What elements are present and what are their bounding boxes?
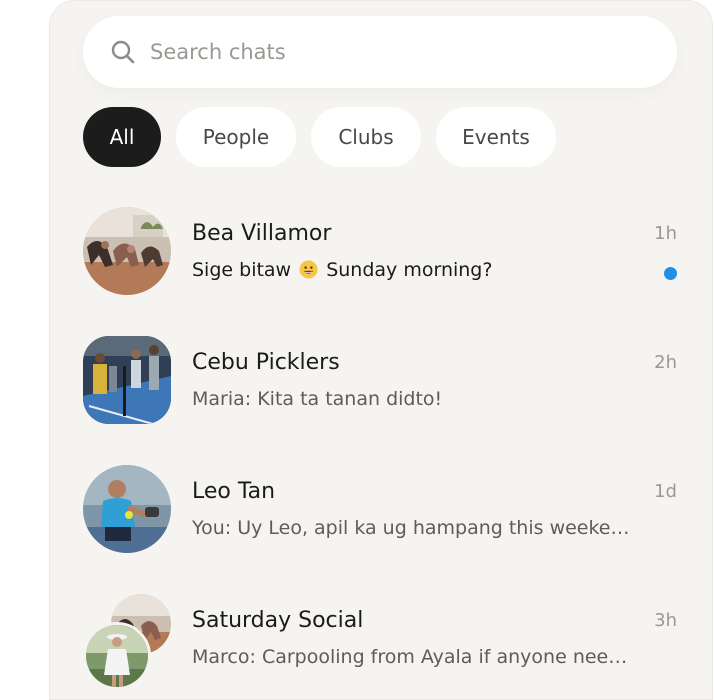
avatar <box>83 465 171 553</box>
avatar-photo <box>83 336 171 424</box>
avatar-front <box>83 622 151 690</box>
unread-indicator <box>664 267 677 280</box>
chat-time: 1h <box>654 223 677 244</box>
filter-clubs-chip[interactable]: Clubs <box>311 107 421 167</box>
avatar <box>83 207 171 295</box>
filter-people-chip[interactable]: People <box>176 107 296 167</box>
chat-time: 1d <box>654 481 677 502</box>
chat-row-cebu-picklers[interactable]: Cebu Picklers 2h Maria: Kita ta tanan di… <box>83 336 683 428</box>
preview-text-end: Sunday morning? <box>326 259 493 281</box>
chat-name: Cebu Picklers <box>192 350 340 375</box>
preview-text-start: Sige bitaw <box>192 259 292 281</box>
filter-events-chip[interactable]: Events <box>436 107 556 167</box>
group-avatar <box>83 594 175 690</box>
chat-preview: You: Uy Leo, apil ka ug hampang this wee… <box>192 517 630 539</box>
avatar-photo <box>86 625 148 687</box>
search-bar[interactable] <box>83 16 677 88</box>
chat-row-saturday-social[interactable]: Saturday Social 3h Marco: Carpooling fro… <box>83 594 683 690</box>
chat-name: Saturday Social <box>192 608 364 633</box>
chat-name: Leo Tan <box>192 479 276 504</box>
chat-time: 2h <box>654 352 677 373</box>
avatar-photo <box>83 207 171 295</box>
chat-time: 3h <box>654 610 677 631</box>
filter-chips: All People Clubs Events <box>83 107 556 167</box>
chat-row-bea-villamor[interactable]: Bea Villamor 1h Sige bitaw Sunday mornin… <box>83 207 683 299</box>
avatar-photo <box>83 465 171 553</box>
chat-preview: Maria: Kita ta tanan didto! <box>192 388 443 410</box>
chat-name: Bea Villamor <box>192 221 332 246</box>
avatar <box>83 336 171 424</box>
chat-row-leo-tan[interactable]: Leo Tan 1d You: Uy Leo, apil ka ug hampa… <box>83 465 683 557</box>
search-icon <box>111 40 135 64</box>
search-input[interactable] <box>150 40 610 64</box>
chat-preview: Sige bitaw Sunday morning? <box>192 259 652 281</box>
chat-preview: Marco: Carpooling from Ayala if anyone n… <box>192 646 628 668</box>
filter-all-chip[interactable]: All <box>83 107 161 167</box>
grinning-face-emoji-icon <box>299 260 318 279</box>
